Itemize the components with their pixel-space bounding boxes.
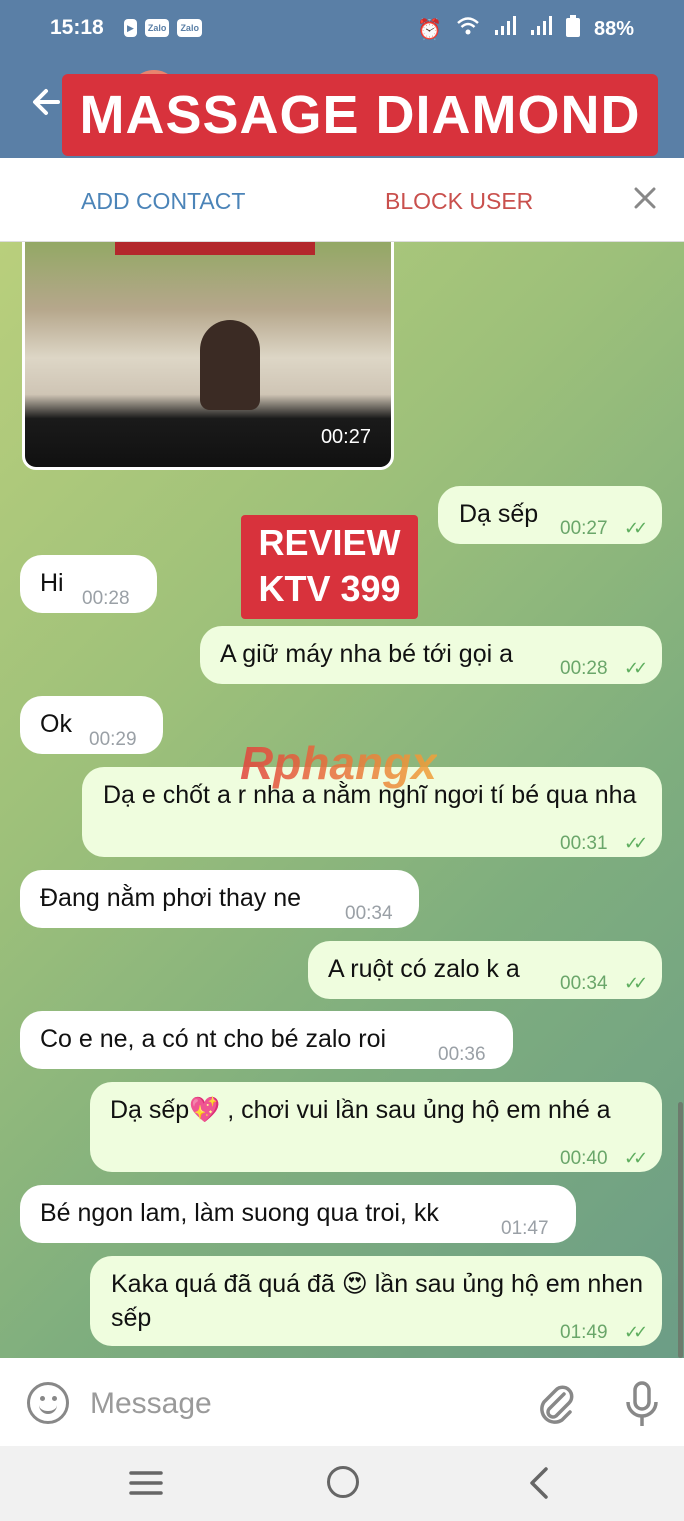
add-contact-button[interactable]: ADD CONTACT (81, 188, 245, 215)
video-thumbnail (115, 242, 315, 255)
message-text: Ok (40, 710, 72, 738)
message-text: Dạ sếp (459, 500, 539, 528)
system-icons: ⏰ 88% (417, 15, 634, 43)
message-time: 00:34 (560, 973, 608, 994)
signal-icon (494, 16, 516, 42)
message-time: 00:31 (560, 833, 608, 854)
back-icon[interactable] (524, 1466, 554, 1500)
message-bubble[interactable]: A ruột có zalo k a 00:34 ✓✓ (308, 941, 662, 999)
notification-icons: ▶ Zalo Zalo (124, 19, 202, 37)
read-ticks-icon: ✓✓ (624, 973, 648, 993)
message-bubble[interactable]: Hi 00:28 (20, 555, 157, 613)
zalo-icon: Zalo (177, 19, 202, 37)
video-message[interactable]: 00:27 (22, 242, 394, 470)
read-ticks-icon: ✓✓ (624, 1148, 648, 1168)
message-text: Đang nằm phơi thay ne (40, 884, 301, 912)
message-input[interactable] (90, 1382, 510, 1426)
message-bubble[interactable]: A giữ máy nha bé tới gọi a 00:28 ✓✓ (200, 626, 662, 684)
chat-messages[interactable]: 00:27 Dạ sếp 00:27 ✓✓ Hi 00:28 A giữ máy… (0, 242, 684, 1358)
message-bubble[interactable]: Kaka quá đã quá đã 😍 lần sau ủng hộ em n… (90, 1256, 662, 1346)
message-text: Co e ne, a có nt cho bé zalo roi (40, 1025, 387, 1053)
signal-icon (530, 16, 552, 42)
youtube-icon: ▶ (124, 19, 137, 37)
message-text: Bé ngon lam, làm suong qua troi, kk (40, 1199, 439, 1227)
read-ticks-icon: ✓✓ (624, 833, 648, 853)
read-ticks-icon: ✓✓ (624, 518, 648, 538)
status-time: 15:18 (50, 16, 104, 39)
home-icon[interactable] (327, 1466, 359, 1498)
message-time: 00:36 (438, 1044, 486, 1065)
system-nav-bar (0, 1446, 684, 1521)
emoji-icon[interactable] (27, 1382, 69, 1424)
review-banner-line: KTV 399 (258, 568, 401, 609)
attach-icon[interactable] (536, 1380, 576, 1426)
message-time: 00:40 (560, 1148, 608, 1169)
video-duration: 00:27 (320, 426, 371, 448)
zalo-icon: Zalo (144, 19, 170, 37)
contact-action-bar: ADD CONTACT BLOCK USER (0, 158, 684, 242)
alarm-icon: ⏰ (417, 18, 442, 41)
message-time: 00:28 (560, 658, 608, 679)
video-thumbnail (200, 320, 260, 410)
message-time: 01:47 (501, 1218, 549, 1239)
battery-icon (565, 15, 580, 43)
chat-title[interactable]: MASSAGE DIAMOND (62, 74, 658, 156)
read-ticks-icon: ✓✓ (624, 1322, 648, 1342)
chat-header: MASSAGE DIAMOND (0, 58, 684, 158)
message-time: 01:49 (560, 1322, 608, 1343)
message-time: 00:34 (345, 903, 393, 924)
review-banner: REVIEW KTV 399 (241, 515, 418, 619)
message-time: 00:29 (89, 729, 137, 750)
message-text: A ruột có zalo k a (328, 955, 520, 983)
close-icon[interactable] (633, 182, 657, 216)
chat-scrollbar[interactable] (678, 1102, 683, 1358)
message-time: 00:27 (560, 518, 608, 539)
read-ticks-icon: ✓✓ (624, 658, 648, 678)
wifi-icon (456, 16, 480, 42)
review-banner-line: REVIEW (258, 522, 401, 563)
block-user-button[interactable]: BLOCK USER (385, 188, 533, 215)
message-bubble[interactable]: Dạ sếp💖 , chơi vui lần sau ủng hộ em nhé… (90, 1082, 662, 1172)
recent-apps-icon[interactable] (129, 1470, 163, 1496)
message-text: Hi (40, 569, 64, 597)
status-bar: 15:18 ▶ Zalo Zalo ⏰ 88% (0, 0, 684, 58)
message-bubble[interactable]: Dạ sếp 00:27 ✓✓ (438, 486, 662, 544)
message-bubble[interactable]: Co e ne, a có nt cho bé zalo roi 00:36 (20, 1011, 513, 1069)
message-bubble[interactable]: Ok 00:29 (20, 696, 163, 754)
watermark: Rphangx (240, 737, 437, 789)
message-bubble[interactable]: Bé ngon lam, làm suong qua troi, kk 01:4… (20, 1185, 576, 1243)
message-text: A giữ máy nha bé tới gọi a (220, 640, 514, 668)
message-time: 00:28 (82, 588, 130, 609)
microphone-icon[interactable] (622, 1380, 662, 1430)
battery-level: 88% (593, 17, 634, 40)
message-bubble[interactable]: Đang nằm phơi thay ne 00:34 (20, 870, 419, 928)
message-text: Dạ sếp💖 , chơi vui lần sau ủng hộ em nhé… (110, 1096, 611, 1124)
message-composer (0, 1358, 684, 1446)
